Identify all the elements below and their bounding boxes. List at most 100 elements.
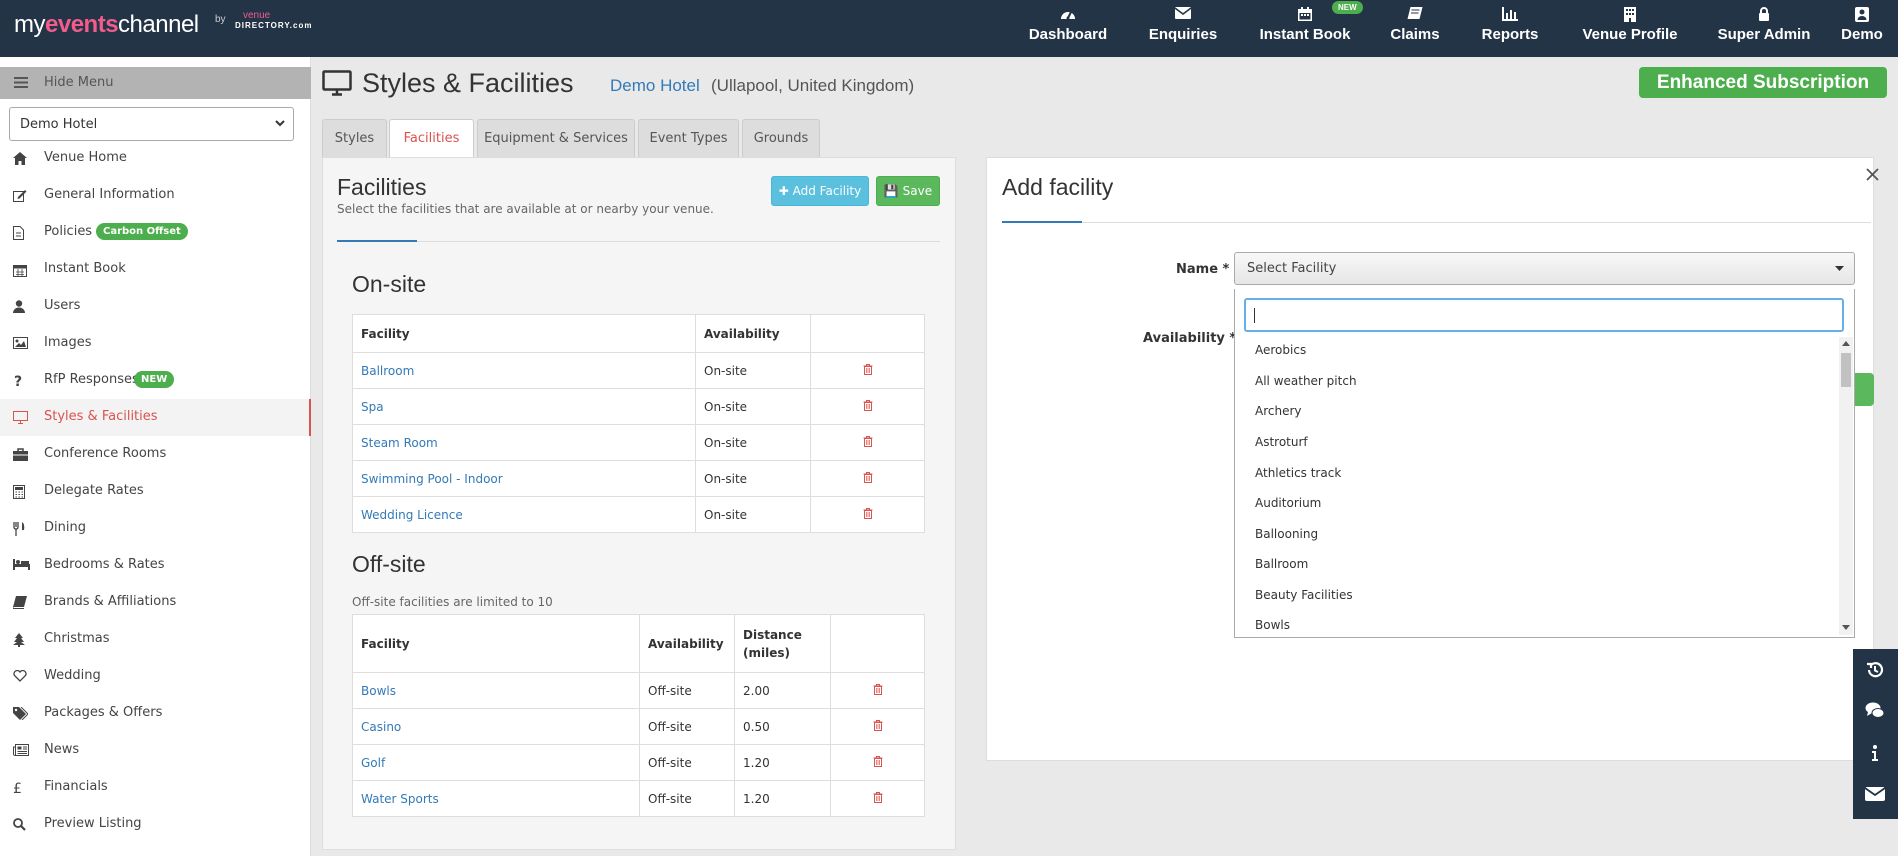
scroll-down-icon[interactable]: [1842, 625, 1850, 630]
calendar-icon: [13, 263, 29, 277]
calendar-icon: [1298, 7, 1312, 21]
tab-grounds[interactable]: Grounds: [742, 119, 820, 157]
delete-button[interactable]: [830, 780, 925, 817]
facility-link[interactable]: Steam Room: [352, 424, 696, 461]
close-icon[interactable]: [1866, 168, 1879, 181]
sidebar-item-styles-facilities[interactable]: Styles & Facilities: [0, 399, 311, 436]
dropdown-option[interactable]: Archery: [1255, 404, 1302, 418]
delete-button[interactable]: [830, 744, 925, 781]
facility-link[interactable]: Wedding Licence: [352, 496, 696, 533]
divider-accent: [1002, 221, 1082, 223]
sidebar-item-rfp-responses[interactable]: ? RfP Responses NEW: [0, 362, 311, 399]
table-row: Steam Room On-site: [352, 424, 925, 461]
offsite-heading: Off-site: [352, 551, 426, 577]
availability-label: Availability *: [1143, 331, 1237, 346]
dropdown-option[interactable]: Athletics track: [1255, 466, 1341, 480]
sidebar-item-general-information[interactable]: General Information: [0, 177, 311, 214]
dropdown-option[interactable]: All weather pitch: [1255, 374, 1357, 388]
onsite-table: Facility Availability Ballroom On-site S…: [352, 314, 925, 533]
nav-demo-user[interactable]: Demo: [1836, 0, 1888, 57]
sidebar-item-news[interactable]: News: [0, 732, 311, 769]
info-button[interactable]: [1853, 733, 1898, 775]
facility-link[interactable]: Water Sports: [352, 780, 640, 817]
dropdown-option[interactable]: Bowls: [1255, 618, 1290, 632]
facility-link[interactable]: Bowls: [352, 672, 640, 709]
mail-button[interactable]: [1853, 775, 1898, 817]
logo-by-venuedirectory: by venue DIRECTORY.com: [215, 10, 311, 30]
dropdown-scrollbar[interactable]: [1839, 337, 1853, 635]
column-header-actions: [830, 614, 925, 673]
sidebar-item-wedding[interactable]: Wedding: [0, 658, 311, 695]
venue-name-link[interactable]: Demo Hotel: [610, 76, 700, 96]
dropdown-option[interactable]: Astroturf: [1255, 435, 1308, 449]
sidebar-item-financials[interactable]: £ Financials: [0, 769, 311, 806]
tab-equipment-services[interactable]: Equipment & Services: [477, 119, 635, 157]
calculator-icon: [13, 485, 29, 499]
carbon-offset-badge: Carbon Offset: [96, 223, 188, 240]
delete-button[interactable]: [810, 388, 925, 425]
save-button[interactable]: 💾 Save: [876, 176, 940, 206]
tab-styles[interactable]: Styles: [322, 119, 387, 157]
dropdown-option[interactable]: Ballroom: [1255, 557, 1308, 571]
brand-logo[interactable]: myeventschannel: [14, 11, 199, 39]
nav-dashboard-label: Dashboard: [1028, 26, 1108, 43]
dropdown-search-input[interactable]: [1244, 298, 1844, 332]
book-icon: [13, 596, 29, 610]
delete-button[interactable]: [830, 708, 925, 745]
delete-button[interactable]: [810, 424, 925, 461]
tab-facilities[interactable]: Facilities: [389, 119, 474, 158]
enhanced-subscription-button[interactable]: Enhanced Subscription: [1639, 67, 1887, 98]
sidebar-item-preview-listing[interactable]: Preview Listing: [0, 806, 311, 843]
facility-link[interactable]: Casino: [352, 708, 640, 745]
facility-link[interactable]: Spa: [352, 388, 696, 425]
sidebar-item-label: Instant Book: [44, 261, 126, 276]
search-icon: [13, 818, 29, 832]
facility-link[interactable]: Ballroom: [352, 352, 696, 389]
nav-enquiries[interactable]: Enquiries: [1138, 0, 1228, 57]
nav-reports[interactable]: Reports: [1472, 0, 1548, 57]
sidebar-item-christmas[interactable]: Christmas: [0, 621, 311, 658]
facility-link[interactable]: Swimming Pool - Indoor: [352, 460, 696, 497]
sidebar-item-delegate-rates[interactable]: Delegate Rates: [0, 473, 311, 510]
hide-menu-button[interactable]: Hide Menu: [0, 67, 311, 99]
sidebar-item-policies[interactable]: Policies Carbon Offset: [0, 214, 311, 251]
logo-directory: DIRECTORY.com: [235, 21, 313, 30]
delete-button[interactable]: [810, 352, 925, 389]
nav-claims[interactable]: Claims: [1380, 0, 1450, 57]
history-button[interactable]: [1853, 649, 1898, 691]
table-header-row: Facility Availability: [352, 314, 925, 353]
chat-button[interactable]: [1853, 691, 1898, 733]
delete-button[interactable]: [830, 672, 925, 709]
facility-link[interactable]: Golf: [352, 744, 640, 781]
sidebar-item-users[interactable]: Users: [0, 288, 311, 325]
sidebar-item-conference-rooms[interactable]: Conference Rooms: [0, 436, 311, 473]
sidebar-item-packages-offers[interactable]: Packages & Offers: [0, 695, 311, 732]
scrollbar-thumb[interactable]: [1841, 353, 1851, 387]
scroll-up-icon[interactable]: [1842, 341, 1850, 346]
delete-button[interactable]: [810, 496, 925, 533]
sidebar-item-venue-home[interactable]: Venue Home: [0, 140, 311, 177]
dropdown-option[interactable]: Beauty Facilities: [1255, 588, 1353, 602]
sidebar-item-bedrooms-rates[interactable]: Bedrooms & Rates: [0, 547, 311, 584]
sidebar-item-instant-book[interactable]: Instant Book: [0, 251, 311, 288]
dropdown-option[interactable]: Ballooning: [1255, 527, 1318, 541]
delete-button[interactable]: [810, 460, 925, 497]
lock-icon: [1758, 7, 1770, 21]
nav-venue-profile[interactable]: Venue Profile: [1572, 0, 1688, 57]
nav-instant-book[interactable]: NEW Instant Book: [1252, 0, 1363, 57]
dropdown-option[interactable]: Auditorium: [1255, 496, 1321, 510]
svg-text:?: ?: [14, 374, 22, 387]
nav-dashboard[interactable]: Dashboard: [1018, 0, 1118, 57]
sidebar-item-label: Preview Listing: [44, 816, 142, 831]
dropdown-option[interactable]: Aerobics: [1255, 343, 1306, 357]
tab-event-types[interactable]: Event Types: [638, 119, 739, 157]
facility-select[interactable]: Select Facility: [1234, 252, 1855, 285]
logo-venue: venue: [243, 10, 271, 21]
sidebar-item-dining[interactable]: Dining: [0, 510, 311, 547]
sidebar-item-brands-affiliations[interactable]: Brands & Affiliations: [0, 584, 311, 621]
sidebar-item-label: Wedding: [44, 668, 101, 683]
venue-select[interactable]: Demo Hotel: [9, 107, 294, 141]
nav-super-admin[interactable]: Super Admin: [1712, 0, 1816, 57]
add-facility-button[interactable]: ✚ Add Facility: [771, 176, 869, 206]
sidebar-item-images[interactable]: Images: [0, 325, 311, 362]
